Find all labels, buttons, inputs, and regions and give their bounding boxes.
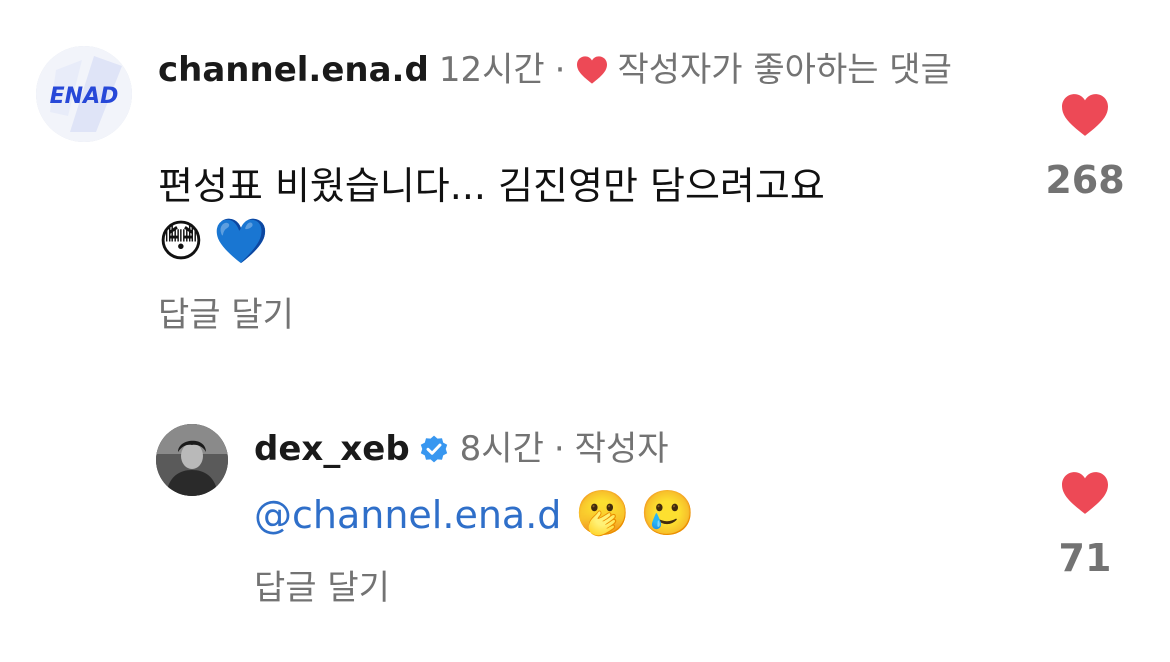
comment-text: @channel.ena.d 🫢 🥲 bbox=[254, 486, 954, 543]
reply-button[interactable]: 답글 달기 bbox=[254, 568, 390, 608]
comment-header: dex_xeb 8시간 · 작성자 bbox=[254, 427, 954, 471]
face-with-open-eyes-and-hand-over-mouth-emoji: 🫢 bbox=[575, 488, 631, 539]
comment-header: channel.ena.d 12시간 · 작성자가 좋아하는 댓글 bbox=[158, 48, 1018, 92]
reply-button[interactable]: 답글 달기 bbox=[158, 295, 294, 335]
heart-icon[interactable] bbox=[1059, 470, 1111, 516]
separator-dot: · bbox=[553, 429, 565, 469]
author-label: 작성자 bbox=[574, 429, 669, 469]
enad-logo-avatar-icon: ENAD bbox=[36, 46, 132, 142]
smiling-face-with-tear-emoji: 🥲 bbox=[640, 488, 695, 539]
like-column: 268 bbox=[1030, 92, 1140, 202]
timestamp: 12시간 bbox=[438, 50, 545, 90]
like-count: 71 bbox=[1058, 536, 1112, 580]
flushed-face-emoji: 😳 bbox=[158, 216, 204, 267]
separator-dot: · bbox=[554, 50, 566, 90]
like-count: 268 bbox=[1045, 158, 1125, 202]
avatar[interactable]: ENAD bbox=[36, 46, 132, 142]
heart-icon[interactable] bbox=[1059, 92, 1111, 138]
verified-badge-icon bbox=[420, 435, 447, 463]
heart-icon bbox=[577, 56, 608, 84]
blue-heart-emoji: 💙 bbox=[213, 216, 269, 267]
comments-page: ENAD channel.ena.d 12시간 · 작성자가 좋아하는 댓글 편성표 … bbox=[0, 0, 1170, 662]
comment-text: 편성표 비웠습니다... 김진영만 담으려고요 😳 💙 bbox=[158, 158, 998, 271]
liked-by-author-label: 작성자가 좋아하는 댓글 bbox=[617, 50, 952, 90]
timestamp: 8시간 bbox=[459, 429, 544, 469]
svg-text:ENAD: ENAD bbox=[50, 84, 119, 109]
avatar[interactable] bbox=[156, 424, 228, 496]
like-column: 71 bbox=[1030, 470, 1140, 580]
comment-body: 편성표 비웠습니다... 김진영만 담으려고요 bbox=[158, 164, 825, 208]
username[interactable]: dex_xeb bbox=[254, 429, 410, 469]
username[interactable]: channel.ena.d bbox=[158, 50, 429, 90]
mention-link[interactable]: @channel.ena.d bbox=[254, 493, 561, 537]
user-photo-avatar-icon bbox=[156, 424, 228, 496]
